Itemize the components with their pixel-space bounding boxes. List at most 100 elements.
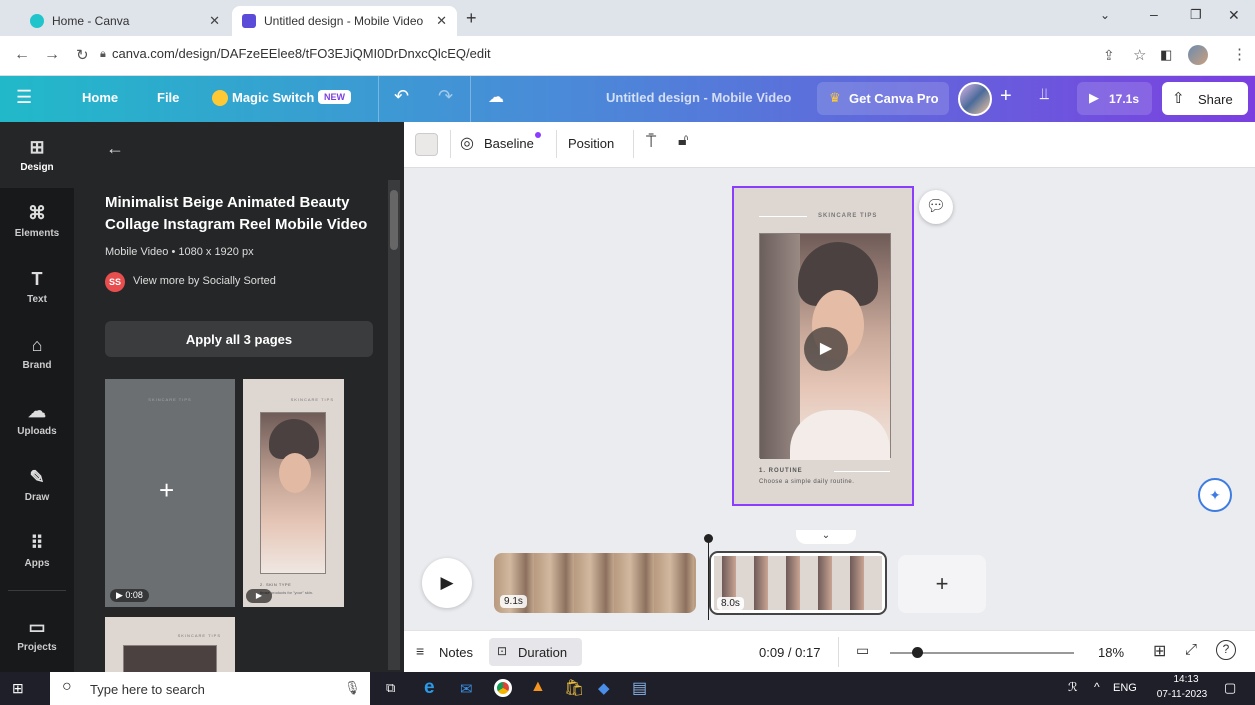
rail-item-elements[interactable]: ⌘ Elements: [0, 188, 74, 254]
share-button[interactable]: ⇧ Share: [1162, 82, 1248, 115]
rail-item-design[interactable]: ⊞ Design: [0, 122, 74, 188]
store-icon[interactable]: 🛍︎: [564, 678, 584, 698]
timeline-clip-2[interactable]: 8.0s: [709, 551, 887, 615]
back-icon[interactable]: ←: [14, 46, 30, 64]
canvas-scrollbar[interactable]: [1242, 174, 1252, 514]
clock-time[interactable]: 14:13: [1162, 674, 1210, 685]
rail-item-text[interactable]: T Text: [0, 254, 74, 320]
add-page-button[interactable]: +: [898, 555, 986, 613]
url-field[interactable]: canva.com/design/DAFzeEElee8/tFO3EJiQMI0…: [112, 46, 491, 61]
template-meta: Mobile Video • 1080 x 1920 px: [105, 246, 254, 258]
redo-icon[interactable]: ↷: [438, 86, 453, 107]
share-page-icon[interactable]: ⇪: [1103, 47, 1115, 64]
background-color-swatch[interactable]: [415, 133, 438, 156]
add-collaborator-button[interactable]: +: [1000, 85, 1012, 108]
user-avatar[interactable]: [958, 82, 992, 116]
insights-icon[interactable]: ⫫: [1040, 86, 1049, 104]
app-icon[interactable]: ◆: [598, 679, 610, 697]
forward-icon[interactable]: →: [44, 46, 60, 64]
video-play-icon[interactable]: ▶: [804, 327, 848, 371]
rail-item-projects[interactable]: ▭ Projects: [0, 602, 74, 668]
file-menu[interactable]: File: [157, 90, 179, 105]
notes-icon[interactable]: ≡: [416, 643, 424, 659]
grid-view-icon[interactable]: ⊞: [1153, 641, 1166, 661]
page-view-icon[interactable]: ▭: [856, 642, 869, 659]
step-title[interactable]: 1. ROUTINE: [759, 468, 803, 474]
close-window-icon[interactable]: ✕: [1228, 7, 1240, 24]
rail-item-uploads[interactable]: ☁ Uploads: [0, 386, 74, 452]
zoom-level[interactable]: 18%: [1098, 645, 1124, 660]
timeline-clip-1[interactable]: 9.1s: [494, 553, 696, 613]
timeline-play-button[interactable]: ▶: [422, 558, 472, 608]
page-thumbnail-1[interactable]: SKINCARE TIPS + ▶ 0:08: [105, 379, 235, 607]
windows-start-icon[interactable]: ⊞: [12, 680, 24, 697]
language-indicator[interactable]: ENG: [1113, 682, 1137, 694]
minimize-icon[interactable]: –: [1150, 6, 1158, 22]
help-icon[interactable]: ?: [1216, 640, 1236, 660]
side-panel-icon[interactable]: ◧: [1160, 47, 1172, 63]
add-image-icon[interactable]: +: [159, 475, 174, 506]
design-page[interactable]: SKINCARE TIPS ▶ 1. ROUTINE Choose a simp…: [732, 186, 914, 506]
fullscreen-icon[interactable]: ⤢: [1185, 641, 1197, 658]
play-button[interactable]: ▶ 17.1s: [1077, 82, 1152, 115]
close-tab-icon[interactable]: ✕: [436, 13, 447, 29]
brand-icon: ⌂: [31, 335, 43, 355]
portrait-video[interactable]: ▶: [759, 233, 891, 460]
author-link[interactable]: View more by Socially Sorted: [133, 275, 276, 287]
rail-item-apps[interactable]: ⠿ Apps: [0, 518, 74, 584]
magic-switch-button[interactable]: Magic Switch: [232, 90, 314, 105]
add-comment-icon[interactable]: 💬︎: [919, 190, 953, 224]
notes-button[interactable]: Notes: [439, 645, 473, 660]
microphone-icon[interactable]: 🎙︎: [344, 680, 361, 696]
task-view-icon[interactable]: ⧉: [386, 680, 395, 696]
baseline-button[interactable]: Baseline: [484, 136, 534, 151]
people-icon[interactable]: ℛ: [1068, 680, 1078, 694]
mail-icon[interactable]: ✉: [460, 680, 473, 698]
menu-icon[interactable]: ☰: [16, 87, 32, 108]
panel-scrollbar[interactable]: [388, 180, 400, 670]
page-thumbnail-3[interactable]: SKINCARE TIPS: [105, 617, 235, 672]
animate-icon[interactable]: ◎: [460, 133, 474, 153]
edge-icon[interactable]: e: [424, 677, 435, 699]
position-button[interactable]: Position: [568, 136, 614, 151]
unlock-icon[interactable]: 🔓︎: [678, 132, 688, 150]
chevron-up-icon[interactable]: ^: [1094, 680, 1100, 694]
new-tab-button[interactable]: +: [466, 8, 477, 29]
magic-assistant-icon[interactable]: ✦: [1198, 478, 1232, 512]
panel-scrollbar-thumb[interactable]: [390, 190, 398, 250]
bookmark-star-icon[interactable]: ☆: [1133, 46, 1146, 64]
paint-roller-icon[interactable]: ⍑: [646, 132, 656, 152]
taskbar-search-box[interactable]: ○ Type here to search 🎙︎: [50, 672, 370, 705]
design-heading[interactable]: SKINCARE TIPS: [818, 213, 877, 219]
tab-home-canva[interactable]: Home - Canva ✕: [20, 6, 230, 36]
play-icon: ▶: [246, 589, 272, 603]
reload-icon[interactable]: ↻: [76, 46, 89, 64]
zoom-slider-thumb[interactable]: [912, 647, 923, 658]
collapse-timeline-icon[interactable]: ⌄: [796, 530, 856, 544]
doc-title[interactable]: Untitled design - Mobile Video: [606, 90, 791, 105]
notepad-icon[interactable]: ▤: [632, 678, 647, 698]
cloud-saved-icon[interactable]: ☁: [488, 87, 504, 107]
restore-icon[interactable]: ❐: [1190, 7, 1202, 23]
back-arrow-icon[interactable]: ←: [106, 138, 124, 159]
notifications-icon[interactable]: ▢: [1224, 680, 1236, 696]
step-caption[interactable]: Choose a simple daily routine.: [759, 479, 854, 485]
tab-untitled-design[interactable]: Untitled design - Mobile Video ✕: [232, 6, 457, 36]
duration-button[interactable]: ⊡ Duration: [489, 638, 582, 666]
get-canva-pro-button[interactable]: ♛ Get Canva Pro: [817, 82, 949, 115]
rail-item-brand[interactable]: ⌂ Brand: [0, 320, 74, 386]
rail-item-draw[interactable]: ✎ Draw: [0, 452, 74, 518]
page-thumbnail-2[interactable]: SKINCARE TIPS 2. SKIN TYPE those product…: [243, 379, 344, 607]
close-tab-icon[interactable]: ✕: [209, 13, 220, 29]
home-menu[interactable]: Home: [82, 90, 118, 105]
profile-avatar[interactable]: [1188, 45, 1208, 65]
vlc-icon[interactable]: ▲: [530, 678, 546, 696]
clock-date[interactable]: 07-11-2023: [1150, 689, 1214, 700]
apply-all-pages-button[interactable]: Apply all 3 pages: [105, 321, 373, 357]
thumb-portrait-image: [123, 645, 217, 672]
chrome-icon[interactable]: [494, 679, 512, 697]
tab-search-icon[interactable]: ⌄: [1100, 8, 1110, 22]
browser-menu-icon[interactable]: ⋮: [1232, 45, 1247, 63]
playhead-knob[interactable]: [704, 534, 713, 543]
undo-icon[interactable]: ↶: [394, 86, 409, 107]
